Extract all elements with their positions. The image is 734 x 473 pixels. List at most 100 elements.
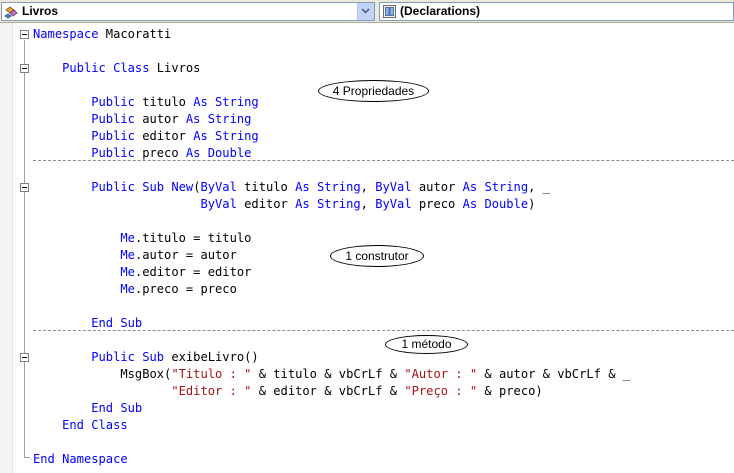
code-token: preco <box>411 197 463 211</box>
keyword-token: ByVal <box>200 180 237 194</box>
keyword-token: Double <box>484 197 529 211</box>
code-line: Public Class Livros <box>33 60 200 77</box>
keyword-token: As <box>462 180 478 194</box>
string-token: "Editor : " <box>171 384 252 398</box>
code-token: & editor & vbCrLf & <box>251 384 405 398</box>
code-token: , <box>360 180 376 194</box>
code-token: ) <box>528 197 536 211</box>
code-line: Public autor As String <box>33 111 251 128</box>
declarations-icon <box>383 5 396 18</box>
code-line: Me.titulo = titulo <box>33 230 251 247</box>
code-token: & autor & vbCrLf & _ <box>477 367 631 381</box>
keyword-token: ByVal <box>200 197 237 211</box>
code-line: End Sub <box>33 315 142 332</box>
code-line: Public Sub New(ByVal titulo As String, B… <box>33 179 550 196</box>
keyword-token: Public <box>91 146 135 160</box>
keyword-token: Public <box>91 95 135 109</box>
annotation-method: 1 método <box>385 335 468 354</box>
method-name-dropdown[interactable]: (Declarations) <box>379 2 734 21</box>
code-line: Me.autor = autor <box>33 247 237 264</box>
code-token: titulo <box>236 180 296 194</box>
keyword-token: Public <box>91 350 135 364</box>
keyword-token: Me <box>120 265 135 279</box>
code-line: "Editor : " & editor & vbCrLf & "Preço :… <box>33 383 542 400</box>
keyword-token: End <box>62 418 84 432</box>
keyword-token: Sub <box>142 350 165 364</box>
keyword-token: Class <box>113 61 150 75</box>
code-line: End Namespace <box>33 451 128 468</box>
collapse-namespace-icon[interactable] <box>20 30 29 39</box>
keyword-token: Public <box>62 61 106 75</box>
keyword-token: Me <box>120 282 135 296</box>
code-token: autor <box>411 180 463 194</box>
code-token: .autor = autor <box>134 248 237 262</box>
code-line: Public titulo As String <box>33 94 258 111</box>
code-editor[interactable]: Namespace Macoratti Public Class Livros … <box>0 23 734 473</box>
keyword-token: Public <box>91 129 135 143</box>
navigation-bar: Livros (Declarations) <box>0 0 734 23</box>
keyword-token: As <box>185 146 201 160</box>
class-name-dropdown[interactable]: Livros <box>1 2 375 21</box>
collapse-class-icon[interactable] <box>20 64 29 73</box>
code-line: Public editor As String <box>33 128 259 145</box>
code-line: End Class <box>33 417 128 434</box>
string-token: "Autor : " <box>404 367 478 381</box>
code-line: Me.editor = editor <box>33 264 251 281</box>
keyword-token: String <box>484 180 529 194</box>
code-line: MsgBox("Titulo : " & titulo & vbCrLf & "… <box>33 366 630 383</box>
keyword-token: New <box>171 180 194 194</box>
outline-guide <box>24 40 25 458</box>
code-token: , <box>360 197 376 211</box>
code-token: .editor = editor <box>134 265 252 279</box>
keyword-token: As <box>462 197 478 211</box>
code-token: & titulo & vbCrLf & <box>251 367 405 381</box>
keyword-token: As <box>295 180 310 194</box>
code-token: MsgBox( <box>33 367 172 381</box>
keyword-token: Public <box>91 112 135 126</box>
indicator-margin <box>0 23 13 473</box>
code-token: editor <box>134 129 194 143</box>
code-line: Public preco As Double <box>33 145 251 162</box>
keyword-token: As <box>295 197 310 211</box>
keyword-token: As <box>193 129 208 143</box>
code-line: End Sub <box>33 400 142 417</box>
class-dropdown-button[interactable] <box>357 3 374 20</box>
keyword-token: Double <box>207 146 252 160</box>
class-icon <box>4 6 18 19</box>
annotation-properties: 4 Propriedades <box>318 80 429 102</box>
keyword-token: String <box>215 129 259 143</box>
keyword-token: Namespace <box>62 452 128 466</box>
code-line: Namespace Macoratti <box>33 26 171 43</box>
keyword-token: Class <box>91 418 128 432</box>
code-line: Me.preco = preco <box>33 281 237 298</box>
chevron-down-icon <box>361 8 370 14</box>
keyword-token: Sub <box>120 401 143 415</box>
keyword-token: String <box>316 180 361 194</box>
collapse-method-icon[interactable] <box>20 353 29 362</box>
keyword-token: Namespace <box>33 27 99 41</box>
code-token: preco <box>134 146 186 160</box>
keyword-token: End <box>91 316 114 330</box>
collapse-constructor-icon[interactable] <box>20 183 29 192</box>
keyword-token: As <box>185 112 201 126</box>
keyword-token: ByVal <box>375 180 412 194</box>
